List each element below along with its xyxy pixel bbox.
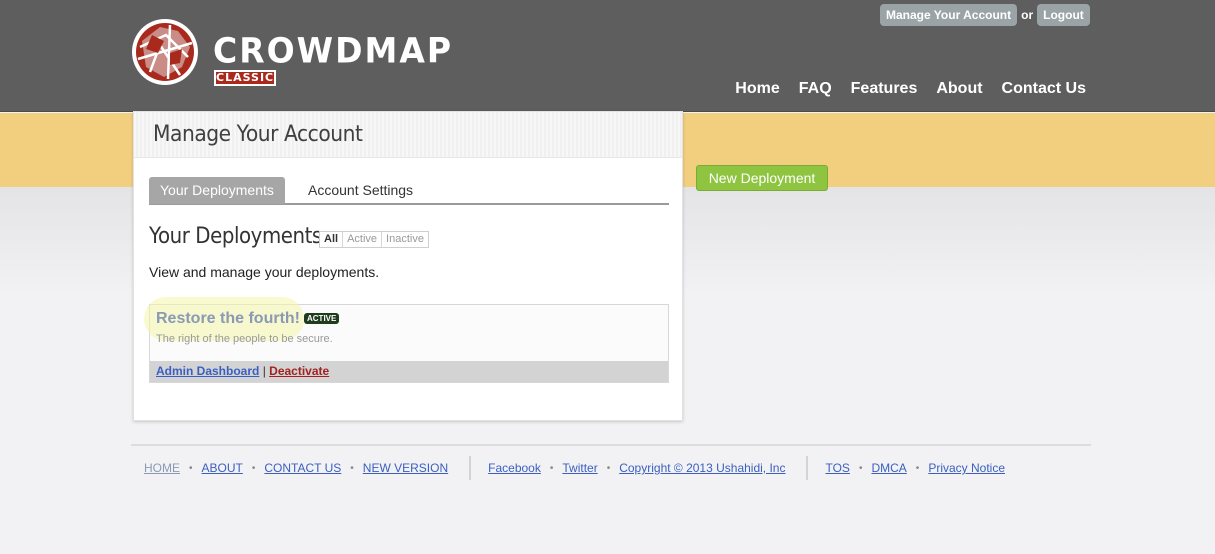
footer-dmca-link[interactable]: DMCA [871,461,906,475]
footer-dot: • [251,462,256,474]
logout-button[interactable]: Logout [1037,4,1090,26]
manage-account-panel: Manage Your Account Your Deployments Acc… [133,111,683,421]
tab-your-deployments[interactable]: Your Deployments [149,177,285,204]
footer-home-link[interactable]: HOME [144,461,180,475]
account-links: Manage Your Account or Logout [880,4,1090,26]
tab-account-settings[interactable]: Account Settings [297,177,424,204]
account-tabs: Your Deployments Account Settings [149,177,669,205]
deactivate-link[interactable]: Deactivate [269,364,329,378]
page-title: Manage Your Account [153,122,363,147]
action-separator: | [262,364,266,378]
footer-dot: • [915,462,920,474]
footer-separator [469,456,472,480]
footer-dot: • [606,462,611,474]
deployment-actions: Admin Dashboard | Deactivate [150,361,668,382]
or-label: or [1021,8,1034,22]
new-deployment-button[interactable]: New Deployment [696,165,828,191]
site-header: CROWDMAP CLASSIC Manage Your Account or … [0,0,1215,112]
nav-contact-us[interactable]: Contact Us [1002,80,1086,98]
admin-dashboard-link[interactable]: Admin Dashboard [156,364,259,378]
footer-tos-link[interactable]: TOS [825,461,849,475]
globe-logo-icon [132,19,198,85]
footer-privacy-link[interactable]: Privacy Notice [928,461,1005,475]
filter-all[interactable]: All [320,232,342,247]
footer-dot: • [350,462,354,474]
footer-separator [806,456,809,480]
footer-contact-link[interactable]: CONTACT US [264,461,341,475]
status-filter: All Active Inactive [319,231,429,248]
deployment-tagline: The right of the people to be secure. [156,333,333,345]
deployment-item: Restore the fourth! ACTIVE The right of … [144,297,669,383]
footer-new-version-link[interactable]: NEW VERSION [363,461,448,475]
section-title: Your Deployments [149,224,322,249]
footer-copyright-link[interactable]: Copyright © 2013 Ushahidi, Inc [619,461,785,475]
nav-about[interactable]: About [936,80,982,98]
nav-home[interactable]: Home [735,80,779,98]
filter-inactive[interactable]: Inactive [381,232,428,247]
deployment-name[interactable]: Restore the fourth! [156,310,300,328]
footer-dot: • [549,462,554,474]
logo-wordmark: CROWDMAP [213,30,454,71]
filter-active[interactable]: Active [342,232,381,247]
site-footer: HOME • ABOUT • CONTACT US • NEW VERSION … [144,456,1005,480]
footer-dot: • [189,462,193,474]
nav-faq[interactable]: FAQ [799,80,832,98]
footer-about-link[interactable]: ABOUT [202,461,243,475]
section-description: View and manage your deployments. [149,264,380,280]
manage-account-button[interactable]: Manage Your Account [880,4,1018,26]
nav-features[interactable]: Features [851,80,918,98]
status-badge: ACTIVE [304,313,340,324]
logo-classic-tag: CLASSIC [214,70,276,86]
footer-twitter-link[interactable]: Twitter [562,461,597,475]
footer-divider [131,444,1091,446]
footer-facebook-link[interactable]: Facebook [488,461,541,475]
main-nav: Home FAQ Features About Contact Us [735,80,1086,98]
footer-dot: • [858,462,863,474]
